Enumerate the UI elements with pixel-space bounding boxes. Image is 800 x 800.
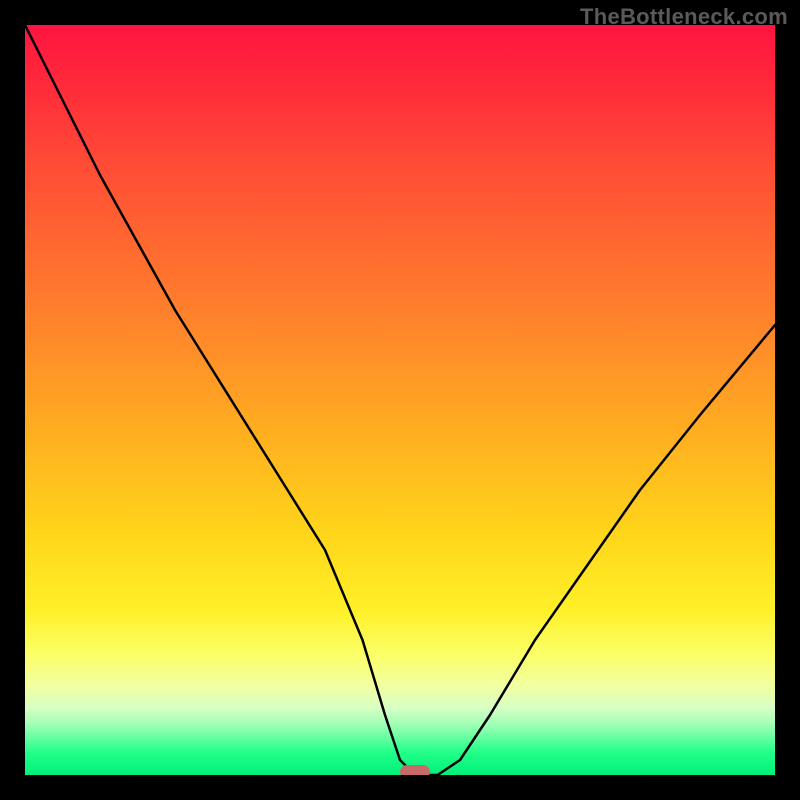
- bottleneck-curve: [25, 25, 775, 775]
- watermark-text: TheBottleneck.com: [580, 4, 788, 30]
- plot-area: [25, 25, 775, 775]
- optimal-marker: [400, 765, 430, 775]
- chart-frame: TheBottleneck.com: [0, 0, 800, 800]
